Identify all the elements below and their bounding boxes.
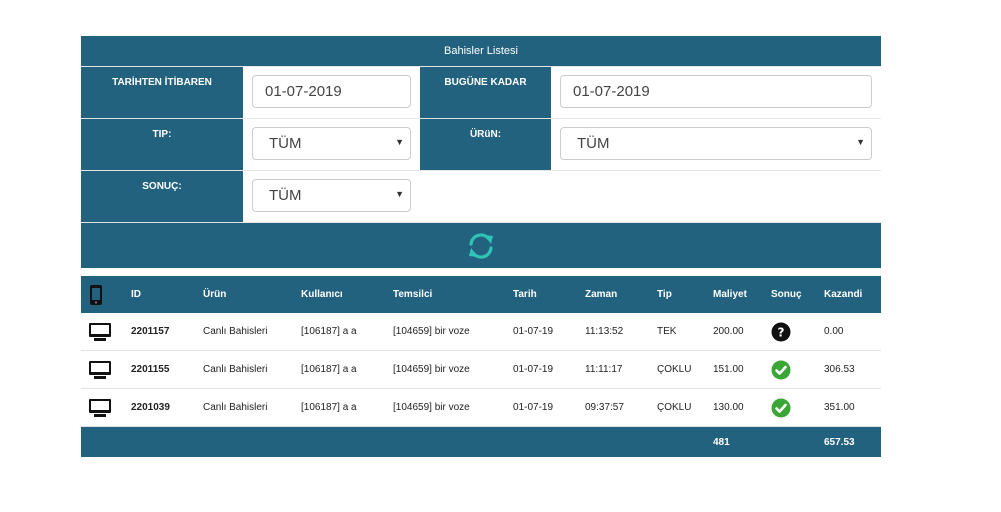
bets-table: ID Ürün Kullanıcı Temsilci Tarih Zaman T… [81,276,881,457]
desktop-icon [89,313,111,350]
row-zaman: 11:11:17 [585,364,623,375]
header-tip[interactable]: Tip [657,276,672,313]
header-tarih[interactable]: Tarih [513,276,537,313]
sonuc-cell: TÜM ▼ [243,171,420,222]
to-date-value: 01-07-2019 [573,83,650,100]
empty-cell [420,171,881,222]
urun-cell: TÜM ▼ [551,119,881,170]
row-maliyet: 200.00 [713,326,744,337]
row-temsilci: [104659] bir voze [393,402,470,413]
header-kullanici[interactable]: Kullanıcı [301,276,343,313]
row-tip: ÇOKLU [657,402,692,413]
check-icon [771,389,791,426]
row-kazandi: 351.00 [824,402,855,413]
table-row[interactable]: 2201155 Canlı Bahisleri [106187] a a [10… [81,351,881,389]
row-zaman: 09:37:57 [585,402,624,413]
row-id[interactable]: 2201155 [131,351,169,388]
row-temsilci: [104659] bir voze [393,326,470,337]
row-kullanici: [106187] a a [301,402,357,413]
row-urun: Canlı Bahisleri [203,364,268,375]
panel-title: Bahisler Listesi [81,36,881,66]
row-tip: TEK [657,326,677,337]
header-zaman[interactable]: Zaman [585,276,617,313]
row-kazandi: 306.53 [824,364,855,375]
table-row[interactable]: 2201039 Canlı Bahisleri [106187] a a [10… [81,389,881,427]
check-icon [771,351,791,388]
table-row[interactable]: 2201157 Canlı Bahisleri [106187] a a [10… [81,313,881,351]
row-urun: Canlı Bahisleri [203,402,268,413]
sonuc-label: SONUÇ: [81,171,243,222]
chevron-down-icon: ▼ [395,189,404,199]
desktop-icon [89,389,111,426]
to-date-cell: 01-07-2019 [551,67,881,118]
tip-select-value: TÜM [269,135,302,152]
date-filter-row: TARİHTEN İTİBAREN 01-07-2019 BUGÜNE KADA… [81,66,881,118]
header-urun[interactable]: Ürün [203,276,226,313]
row-urun: Canlı Bahisleri [203,326,268,337]
type-filter-row: TIP: TÜM ▼ ÜRüN: TÜM ▼ [81,118,881,170]
total-kazandi: 657.53 [824,436,855,448]
svg-text:?: ? [778,325,785,339]
row-tarih: 01-07-19 [513,364,554,375]
header-kazandi[interactable]: Kazandi [824,276,862,313]
row-zaman: 11:13:52 [585,326,624,337]
row-id[interactable]: 2201157 [131,313,169,350]
row-id[interactable]: 2201039 [131,389,170,426]
table-footer-totals: 481 657.53 [81,427,881,457]
chevron-down-icon: ▼ [395,137,404,147]
from-date-label: TARİHTEN İTİBAREN [81,67,243,118]
tip-select[interactable]: TÜM ▼ [252,127,411,160]
result-filter-row: SONUÇ: TÜM ▼ [81,170,881,222]
urun-select-value: TÜM [577,135,610,152]
question-icon: ? [771,313,791,350]
row-maliyet: 130.00 [713,402,744,413]
refresh-button[interactable] [81,222,881,268]
mobile-phone-icon [89,276,103,313]
row-kullanici: [106187] a a [301,364,357,375]
tip-cell: TÜM ▼ [243,119,420,170]
table-header: ID Ürün Kullanıcı Temsilci Tarih Zaman T… [81,276,881,313]
header-id[interactable]: ID [131,276,141,313]
row-kullanici: [106187] a a [301,326,357,337]
header-maliyet[interactable]: Maliyet [713,276,747,313]
row-maliyet: 151.00 [713,364,744,375]
urun-label: ÜRüN: [420,119,551,170]
to-date-input[interactable]: 01-07-2019 [560,75,872,108]
urun-select[interactable]: TÜM ▼ [560,127,872,160]
total-maliyet: 481 [713,436,730,448]
row-tarih: 01-07-19 [513,402,554,413]
from-date-cell: 01-07-2019 [243,67,420,118]
sonuc-select-value: TÜM [269,187,302,204]
header-sonuc[interactable]: Sonuç [771,276,802,313]
from-date-value: 01-07-2019 [265,83,342,100]
from-date-input[interactable]: 01-07-2019 [252,75,411,108]
row-tarih: 01-07-19 [513,326,554,337]
refresh-icon [469,232,493,259]
tip-label: TIP: [81,119,243,170]
desktop-icon [89,351,111,388]
row-kazandi: 0.00 [824,326,844,337]
header-temsilci[interactable]: Temsilci [393,276,432,313]
chevron-down-icon: ▼ [856,137,865,147]
sonuc-select[interactable]: TÜM ▼ [252,179,411,212]
bets-filter-panel: Bahisler Listesi TARİHTEN İTİBAREN 01-07… [81,36,881,268]
row-temsilci: [104659] bir voze [393,364,470,375]
to-date-label: BUGÜNE KADAR [420,67,551,118]
row-tip: ÇOKLU [657,364,692,375]
